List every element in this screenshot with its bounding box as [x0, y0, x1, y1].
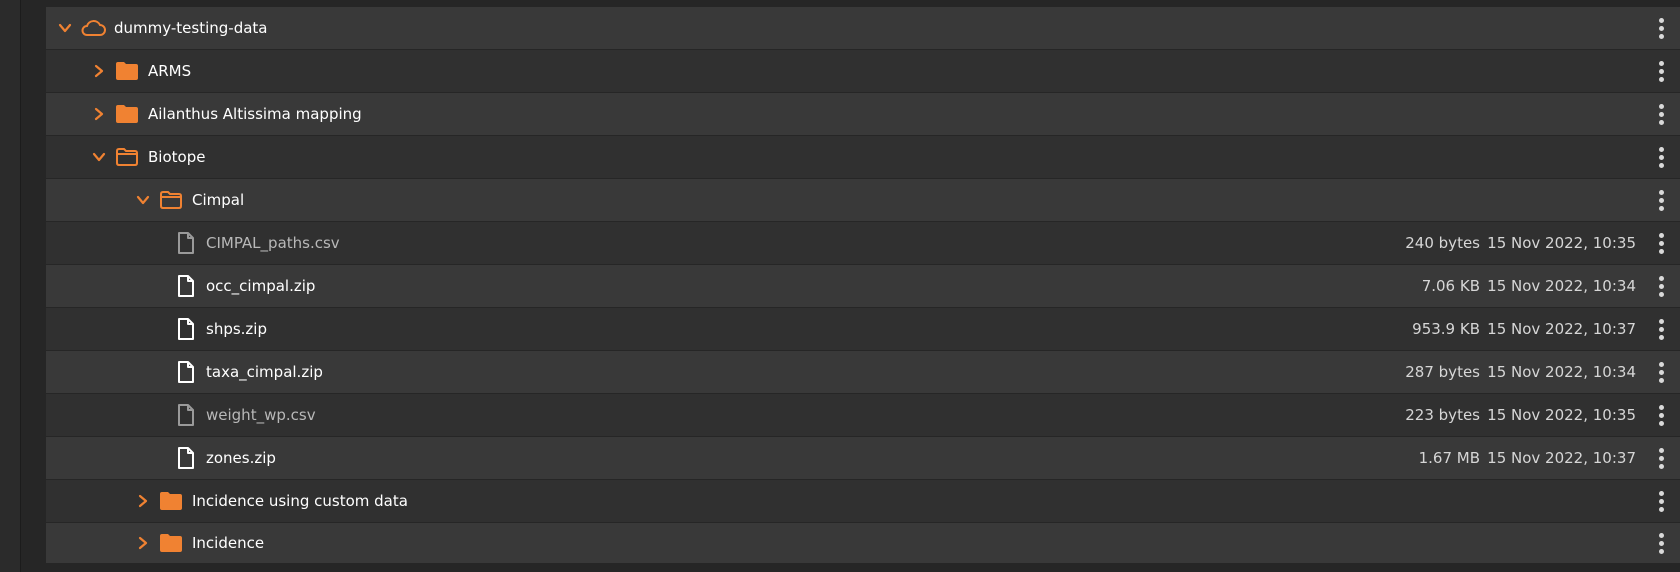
- more-options-icon[interactable]: [1653, 59, 1669, 83]
- more-options-icon[interactable]: [1653, 231, 1669, 255]
- folder-name: Incidence: [192, 534, 265, 552]
- file-name: occ_cimpal.zip: [206, 277, 316, 295]
- tree-row-file[interactable]: CIMPAL_paths.csv 240 bytes 15 Nov 2022, …: [46, 222, 1680, 264]
- more-options-icon[interactable]: [1653, 274, 1669, 298]
- more-options-icon[interactable]: [1653, 446, 1669, 470]
- cloud-icon: [80, 16, 106, 40]
- chevron-right-icon[interactable]: [90, 62, 108, 80]
- file-icon: [175, 446, 197, 470]
- file-size: 223 bytes: [1405, 406, 1480, 424]
- tree-row-file[interactable]: occ_cimpal.zip 7.06 KB 15 Nov 2022, 10:3…: [46, 265, 1680, 307]
- tree-row-folder[interactable]: Incidence: [46, 523, 1680, 563]
- file-icon: [175, 403, 197, 427]
- folder-open-icon: [114, 145, 140, 169]
- file-size: 1.67 MB: [1418, 449, 1480, 467]
- file-size: 240 bytes: [1405, 234, 1480, 252]
- more-options-icon[interactable]: [1653, 403, 1669, 427]
- more-options-icon[interactable]: [1653, 317, 1669, 341]
- folder-name: Cimpal: [192, 191, 245, 209]
- more-options-icon[interactable]: [1653, 531, 1669, 555]
- folder-name: dummy-testing-data: [114, 19, 268, 37]
- tree-row-file[interactable]: shps.zip 953.9 KB 15 Nov 2022, 10:37: [46, 308, 1680, 350]
- folder-icon: [114, 59, 140, 83]
- file-tree: dummy-testing-data ARMS Ailanthus Altiss…: [46, 7, 1680, 564]
- file-date: 15 Nov 2022, 10:35: [1487, 406, 1636, 424]
- more-options-icon[interactable]: [1653, 360, 1669, 384]
- file-icon: [175, 274, 197, 298]
- folder-icon: [114, 102, 140, 126]
- file-size: 7.06 KB: [1421, 277, 1480, 295]
- file-icon: [175, 360, 197, 384]
- chevron-down-icon[interactable]: [90, 148, 108, 166]
- more-options-icon[interactable]: [1653, 489, 1669, 513]
- tree-row-folder[interactable]: Ailanthus Altissima mapping: [46, 93, 1680, 135]
- file-name: taxa_cimpal.zip: [206, 363, 323, 381]
- more-options-icon[interactable]: [1653, 102, 1669, 126]
- file-date: 15 Nov 2022, 10:35: [1487, 234, 1636, 252]
- chevron-down-icon[interactable]: [56, 19, 74, 37]
- file-name: CIMPAL_paths.csv: [206, 234, 340, 252]
- file-date: 15 Nov 2022, 10:34: [1487, 363, 1636, 381]
- tree-row-file[interactable]: zones.zip 1.67 MB 15 Nov 2022, 10:37: [46, 437, 1680, 479]
- tree-row-folder[interactable]: ARMS: [46, 50, 1680, 92]
- file-icon: [175, 231, 197, 255]
- file-size: 953.9 KB: [1412, 320, 1480, 338]
- folder-name: Biotope: [148, 148, 206, 166]
- folder-name: Ailanthus Altissima mapping: [148, 105, 362, 123]
- file-date: 15 Nov 2022, 10:37: [1487, 320, 1636, 338]
- file-name: shps.zip: [206, 320, 267, 338]
- folder-icon: [158, 489, 184, 513]
- file-date: 15 Nov 2022, 10:37: [1487, 449, 1636, 467]
- tree-row-file[interactable]: weight_wp.csv 223 bytes 15 Nov 2022, 10:…: [46, 394, 1680, 436]
- file-name: zones.zip: [206, 449, 276, 467]
- folder-icon: [158, 531, 184, 555]
- chevron-right-icon[interactable]: [134, 534, 152, 552]
- folder-open-icon: [158, 188, 184, 212]
- file-date: 15 Nov 2022, 10:34: [1487, 277, 1636, 295]
- file-name: weight_wp.csv: [206, 406, 316, 424]
- tree-row-folder[interactable]: Incidence using custom data: [46, 480, 1680, 522]
- tree-row-folder[interactable]: Biotope: [46, 136, 1680, 178]
- file-icon: [175, 317, 197, 341]
- folder-name: ARMS: [148, 62, 192, 80]
- chevron-right-icon[interactable]: [134, 492, 152, 510]
- file-size: 287 bytes: [1405, 363, 1480, 381]
- folder-name: Incidence using custom data: [192, 492, 408, 510]
- tree-row-root[interactable]: dummy-testing-data: [46, 7, 1680, 49]
- more-options-icon[interactable]: [1653, 16, 1669, 40]
- chevron-down-icon[interactable]: [134, 191, 152, 209]
- tree-row-folder[interactable]: Cimpal: [46, 179, 1680, 221]
- chevron-right-icon[interactable]: [90, 105, 108, 123]
- tree-row-file[interactable]: taxa_cimpal.zip 287 bytes 15 Nov 2022, 1…: [46, 351, 1680, 393]
- left-rail: [0, 0, 21, 572]
- more-options-icon[interactable]: [1653, 145, 1669, 169]
- more-options-icon[interactable]: [1653, 188, 1669, 212]
